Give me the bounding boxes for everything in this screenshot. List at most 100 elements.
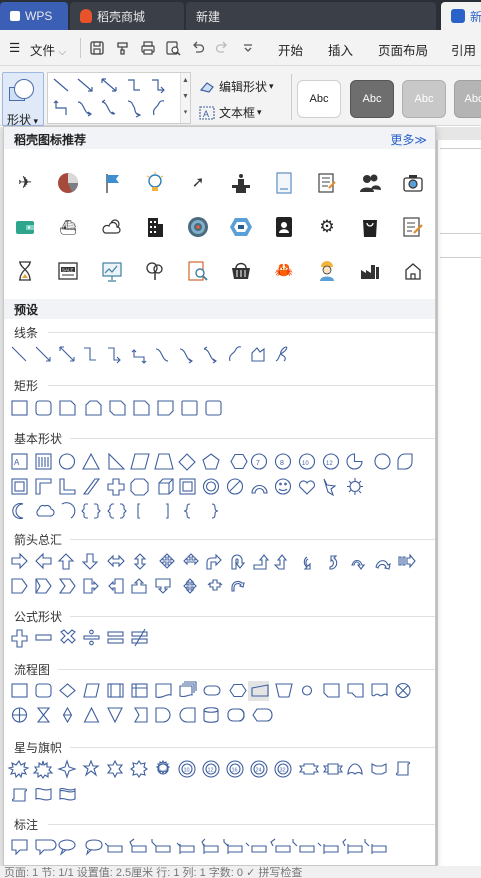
chevron-down-icon: ▾	[257, 107, 262, 117]
page-guide-line	[440, 257, 481, 258]
tree-icon[interactable]	[143, 259, 167, 283]
basic-shapes-grid[interactable]: A 7 8 10 12	[4, 451, 435, 527]
format-painter-icon[interactable]	[115, 40, 131, 56]
svg-text:8: 8	[280, 460, 284, 467]
file-menu[interactable]: 文件 ⌵	[30, 40, 66, 59]
pie-chart-icon[interactable]	[56, 171, 80, 195]
people-icon[interactable]	[358, 171, 382, 195]
tab-wps[interactable]: WPS	[0, 2, 68, 30]
svg-text:7: 7	[256, 460, 260, 467]
shape-label-text: 形状	[7, 113, 32, 127]
file-menu-label: 文件	[30, 44, 56, 58]
more-dropdown-icon[interactable]	[240, 40, 256, 56]
section-stars-banners-title: 星与旗帜	[14, 741, 63, 755]
factory-icon[interactable]	[358, 259, 382, 283]
section-flowchart-title: 流程图	[14, 663, 51, 677]
svg-text:SALE: SALE	[62, 267, 74, 272]
recommend-header: 稻壳图标推荐 更多≫	[4, 127, 435, 149]
shape-button[interactable]: 形状 ▾	[2, 72, 44, 127]
title-bar: WPS 稻壳商城 新建 新	[0, 0, 481, 30]
basket-icon[interactable]	[229, 259, 253, 283]
edit-shape-label: 编辑形状	[219, 80, 268, 94]
tab-label: WPS	[25, 9, 53, 23]
section-rule	[70, 539, 435, 540]
callout-shapes-row[interactable]	[4, 836, 435, 860]
print-preview-icon[interactable]	[165, 40, 181, 56]
page-guide-line	[440, 233, 481, 234]
lightbulb-icon[interactable]	[143, 171, 167, 195]
flowchart-shapes-grid[interactable]	[4, 680, 435, 728]
edit-note-icon[interactable]	[401, 215, 425, 239]
rectangle-shapes-row[interactable]	[4, 397, 435, 419]
print-icon[interactable]	[140, 40, 156, 56]
document-icon[interactable]	[272, 171, 296, 195]
tab-docer-mall[interactable]: 稻壳商城	[70, 2, 184, 30]
hourglass-icon[interactable]	[13, 259, 37, 283]
presentation-icon[interactable]	[100, 259, 124, 283]
sale-sign-icon[interactable]: SALE	[56, 259, 80, 283]
style-preset-3[interactable]: Abc	[402, 80, 446, 118]
menu-home[interactable]: 开始	[278, 40, 303, 59]
tab-label: 新	[470, 9, 481, 24]
section-rule	[70, 438, 435, 439]
style-preset-2[interactable]: Abc	[350, 80, 394, 118]
rocket-icon[interactable]: ➚	[186, 171, 210, 195]
menu-references[interactable]: 引用	[451, 40, 476, 59]
search-document-icon[interactable]	[186, 259, 210, 283]
stars-banners-grid[interactable]: 10 12 16 24 32	[4, 758, 435, 808]
gear-icon[interactable]: ⚙	[315, 215, 339, 239]
page-shadow	[436, 140, 438, 878]
hamburger-icon[interactable]: ☰	[9, 40, 20, 55]
svg-text:12: 12	[326, 461, 333, 467]
style-preset-4[interactable]: Abc	[454, 80, 481, 118]
building-icon[interactable]	[143, 215, 167, 239]
menu-insert[interactable]: 插入	[328, 40, 353, 59]
section-rule	[70, 616, 435, 617]
cloud-sun-icon[interactable]	[100, 215, 124, 239]
house-icon[interactable]	[401, 259, 425, 283]
shapes-dropdown-panel: 稻壳图标推荐 更多≫ ✈ ➚ ⛴ ⚙ SALE 🦀 预设 线条 矩形 基本形状 …	[3, 126, 436, 866]
camera-icon[interactable]	[401, 171, 425, 195]
checklist-icon[interactable]	[315, 171, 339, 195]
contacts-icon[interactable]	[272, 215, 296, 239]
chevron-down-icon: ▾	[269, 81, 274, 91]
textbox-icon: A	[199, 105, 215, 120]
svg-text:32: 32	[280, 768, 286, 774]
crab-icon[interactable]: 🦀	[272, 259, 296, 283]
ribbon: 形状 ▾ ▲ ▼ ▾ 编辑形状 ▾ A 文本框 ▾ Abc Abc Abc Abc	[0, 66, 481, 127]
worker-icon[interactable]	[315, 259, 339, 283]
textbox-button[interactable]: A 文本框 ▾	[199, 104, 262, 121]
target-icon[interactable]	[186, 215, 210, 239]
style-preset-1[interactable]: Abc	[297, 80, 341, 118]
preset-label: 预设	[14, 303, 39, 317]
arrow-shapes-grid[interactable]	[4, 551, 435, 601]
tab-document[interactable]: 新	[441, 2, 481, 30]
gallery-scrollbar[interactable]: ▲ ▼ ▾	[180, 73, 190, 123]
shopping-bag-icon[interactable]	[358, 215, 382, 239]
flag-icon[interactable]	[100, 171, 124, 195]
redo-icon[interactable]	[214, 40, 230, 56]
airplane-icon[interactable]: ✈	[13, 171, 37, 195]
wallet-icon[interactable]	[13, 215, 37, 239]
tab-new[interactable]: 新建	[186, 2, 436, 30]
hexagon-badge-icon[interactable]	[229, 215, 253, 239]
save-icon[interactable]	[89, 40, 105, 56]
edit-shape-button[interactable]: 编辑形状 ▾	[199, 78, 274, 95]
menu-page-layout[interactable]: 页面布局	[378, 40, 428, 59]
writer-doc-icon	[451, 9, 465, 23]
document-page[interactable]	[436, 140, 481, 878]
tab-label: 稻壳商城	[97, 9, 146, 24]
section-lines-title: 线条	[14, 326, 39, 340]
line-shapes-row[interactable]	[4, 343, 435, 367]
section-equation-title: 公式形状	[14, 610, 63, 624]
equation-shapes-row[interactable]	[4, 627, 435, 649]
more-link[interactable]: 更多≫	[390, 131, 427, 148]
svg-text:24: 24	[256, 768, 262, 774]
docer-mall-icon	[80, 9, 92, 23]
textbox-label: 文本框	[219, 106, 256, 120]
podium-icon[interactable]	[229, 171, 253, 195]
undo-icon[interactable]	[190, 40, 206, 56]
ship-icon[interactable]: ⛴	[56, 215, 80, 239]
section-basic-shapes-title: 基本形状	[14, 432, 63, 446]
shape-gallery[interactable]: ▲ ▼ ▾	[47, 72, 191, 124]
